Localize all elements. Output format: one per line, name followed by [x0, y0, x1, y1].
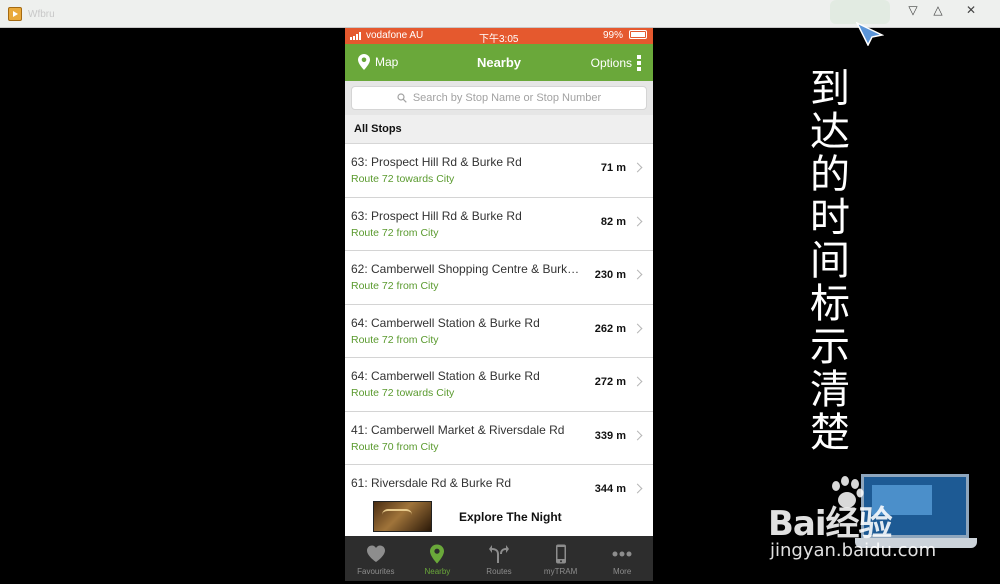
phone-screen: vodafone AU 下午3:05 99% Map Nearby Option…	[345, 28, 653, 581]
tab-bar: Favourites Nearby Routes myTRAM More	[345, 536, 653, 581]
battery-icon	[629, 30, 647, 39]
search-input[interactable]: Search by Stop Name or Stop Number	[351, 86, 647, 110]
chevron-right-icon	[632, 483, 643, 494]
stop-name: 41: Camberwell Market & Riversdale Rd	[351, 422, 565, 437]
stop-name: 64: Camberwell Station & Burke Rd	[351, 369, 540, 383]
chevron-right-icon	[632, 430, 643, 440]
app-icon[interactable]	[8, 7, 22, 21]
ad-text: Explore The Night	[459, 510, 562, 524]
stop-row[interactable]: 64: Camberwell Station & Burke Rd Route …	[345, 304, 653, 358]
stop-distance: 339 m	[594, 429, 626, 442]
stop-route: Route 72 towards City	[351, 387, 455, 399]
caption-char: 到	[810, 66, 850, 112]
search-area: Search by Stop Name or Stop Number	[345, 81, 653, 115]
options-label: Options	[590, 56, 632, 70]
stop-distance: 344 m	[594, 483, 626, 495]
status-bar: vodafone AU 下午3:05 99%	[345, 28, 653, 45]
blurred-background-area	[830, 0, 890, 24]
tab-mytram[interactable]: myTRAM	[530, 536, 592, 581]
tab-label: Favourites	[357, 567, 395, 576]
search-placeholder: Search by Stop Name or Stop Number	[412, 92, 602, 104]
navigation-bar: Map Nearby Options	[345, 44, 653, 81]
caption-text: 到 达 的 时 间 标 示 清 楚	[800, 68, 860, 455]
stop-list: 63: Prospect Hill Rd & Burke Rd Route 72…	[345, 144, 653, 519]
window-close-button[interactable]: ✕	[961, 2, 981, 18]
carrier-label: vodafone AU	[366, 30, 424, 41]
ad-image	[373, 501, 432, 532]
tab-routes[interactable]: Routes	[468, 536, 530, 581]
chevron-right-icon	[632, 162, 643, 173]
route-arrows-icon	[488, 545, 509, 563]
stop-distance: 71 m	[600, 162, 626, 174]
ad-banner[interactable]: Explore The Night	[345, 498, 653, 536]
tab-nearby[interactable]: Nearby	[407, 536, 469, 581]
stop-row[interactable]: 64: Camberwell Station & Burke Rd Route …	[345, 358, 653, 412]
tab-more[interactable]: More	[591, 536, 653, 581]
status-time: 下午3:05	[479, 34, 519, 45]
location-pin-icon	[430, 544, 445, 564]
stop-route: Route 70 from City	[351, 440, 439, 453]
caption-char: 的	[810, 152, 850, 198]
stop-name: 61: Riversdale Rd & Burke Rd	[351, 476, 512, 490]
caption-char: 示	[810, 324, 850, 370]
stop-distance: 262 m	[594, 322, 626, 335]
watermark-url: jingyan.baidu.com	[770, 540, 937, 561]
window-restore-button[interactable]: △	[928, 2, 948, 18]
caption-char: 时	[810, 195, 850, 241]
stop-row[interactable]: 63: Prospect Hill Rd & Burke Rd Route 72…	[345, 197, 653, 251]
watermark-logo: Bai经验	[768, 504, 893, 544]
caption-char: 达	[810, 109, 850, 155]
caption-char: 间	[810, 238, 850, 284]
tab-favourites[interactable]: Favourites	[345, 536, 407, 581]
tab-label: myTRAM	[543, 567, 578, 576]
stop-name: 63: Prospect Hill Rd & Burke Rd	[351, 208, 522, 223]
section-header: All Stops	[345, 115, 653, 144]
stop-route: Route 72 from City	[351, 226, 439, 239]
tab-label: Nearby	[424, 567, 451, 576]
window-menu-button[interactable]: ▽	[903, 2, 923, 18]
chevron-right-icon	[632, 323, 643, 333]
vertical-dots-icon	[637, 55, 641, 71]
stop-route: Route 72 towards City	[351, 173, 455, 185]
window-titlebar: Wfbru ▽ △ ✕	[0, 0, 1000, 28]
caption-char: 标	[810, 281, 850, 327]
mouse-cursor-icon	[856, 22, 884, 46]
stop-row[interactable]: 62: Camberwell Shopping Centre & Burke R…	[345, 251, 653, 305]
window-faded-label: Wfbru	[28, 9, 55, 20]
chevron-right-icon	[632, 216, 643, 226]
tab-label: Routes	[486, 567, 512, 576]
more-dots-icon	[612, 551, 632, 557]
options-button[interactable]: Options	[591, 55, 641, 71]
phone-icon	[555, 544, 566, 564]
caption-char: 楚	[810, 410, 850, 456]
stop-route: Route 72 from City	[351, 280, 439, 292]
stop-name: 63: Prospect Hill Rd & Burke Rd	[351, 155, 522, 169]
stop-row[interactable]: 41: Camberwell Market & Riversdale Rd Ro…	[345, 411, 653, 465]
tab-label: More	[613, 567, 632, 576]
stop-distance: 230 m	[594, 269, 626, 281]
signal-icon	[350, 32, 361, 40]
stop-name: 64: Camberwell Station & Burke Rd	[351, 315, 540, 330]
stop-distance: 272 m	[594, 376, 626, 388]
caption-char: 清	[810, 367, 850, 413]
stop-name: 62: Camberwell Shopping Centre & Burke R…	[351, 262, 583, 276]
stop-distance: 82 m	[600, 215, 626, 228]
stop-route: Route 72 from City	[351, 333, 439, 346]
search-icon	[397, 93, 407, 103]
stop-row[interactable]: 63: Prospect Hill Rd & Burke Rd Route 72…	[345, 144, 653, 198]
heart-icon	[366, 545, 385, 562]
chevron-right-icon	[632, 269, 643, 280]
chevron-right-icon	[632, 376, 643, 387]
battery-percent: 99%	[603, 30, 624, 41]
